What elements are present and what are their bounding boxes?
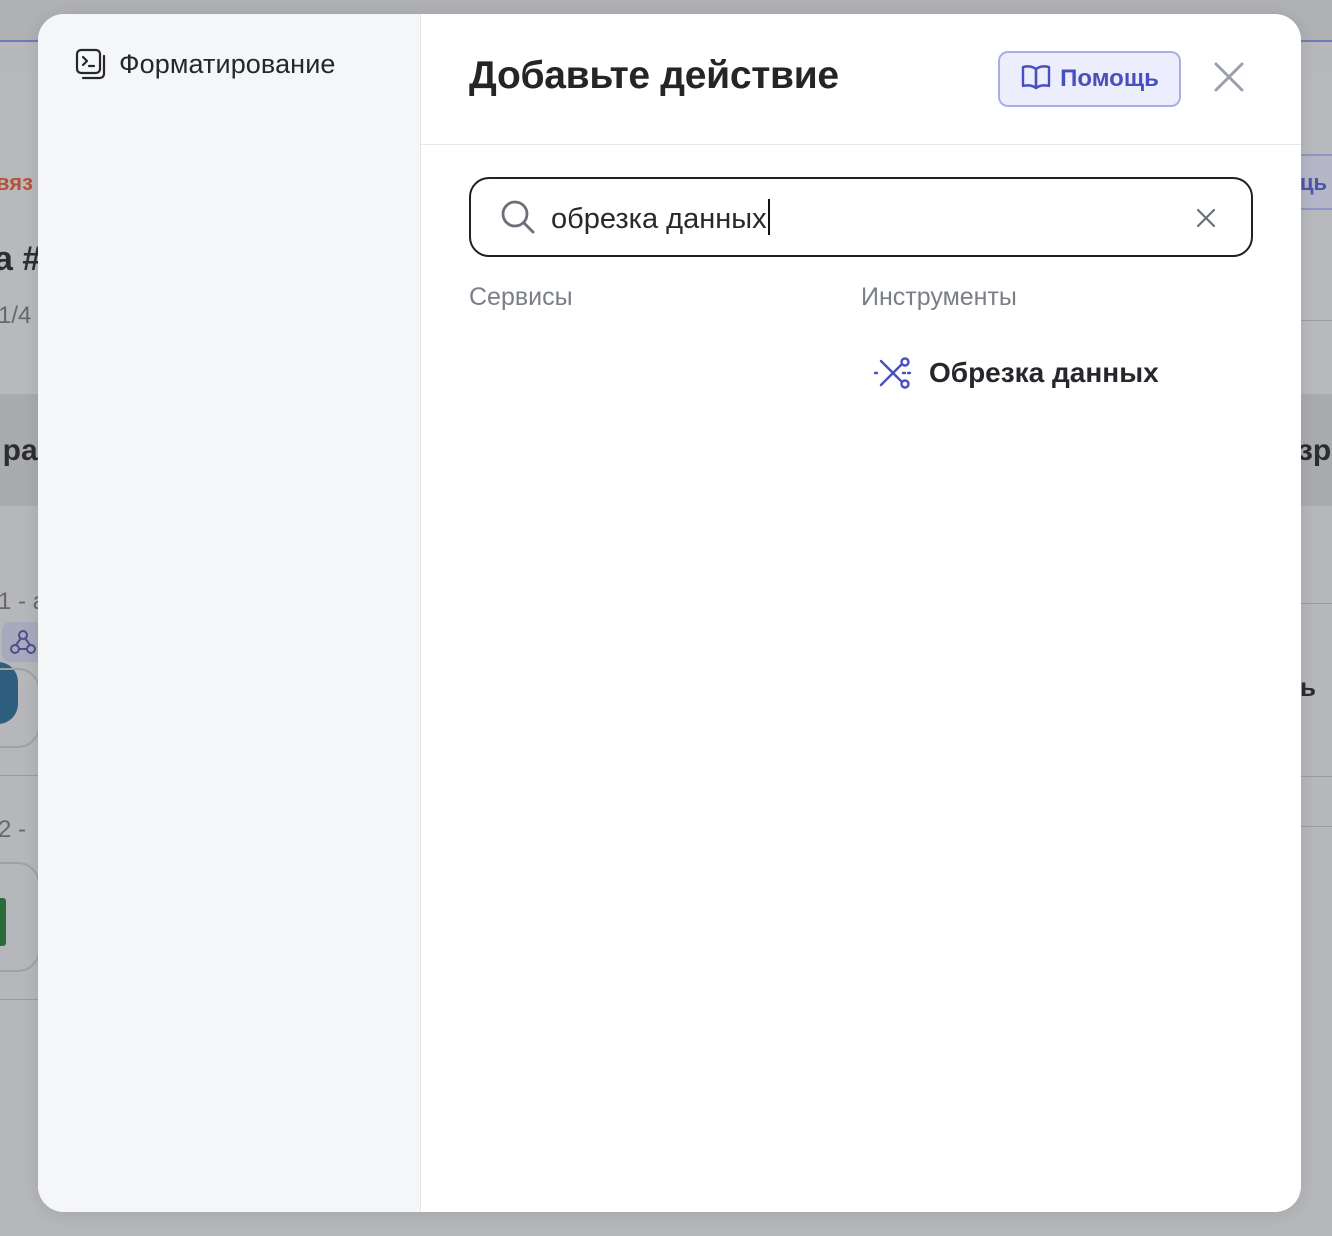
page-title: Добавьте действие: [469, 54, 839, 97]
search-input-value: обрезка данных: [551, 202, 767, 235]
background-divider: [1300, 320, 1332, 321]
modal-main: Добавьте действие Помощь обрезка данных …: [421, 14, 1301, 1212]
text-caret: [767, 198, 770, 235]
clear-icon: [1196, 208, 1216, 228]
background-row-label: 2 -: [0, 816, 27, 843]
background-divider: [0, 999, 40, 1000]
category-sidebar: Форматирование: [38, 14, 421, 1212]
sidebar-item-label: Форматирование: [119, 48, 336, 79]
background-counter: 1/4: [0, 302, 32, 329]
tools-column-title: Инструменты: [861, 283, 1017, 311]
sidebar-item-formatting[interactable]: Форматирование: [74, 44, 420, 84]
spreadsheet-icon: [0, 898, 6, 946]
close-button[interactable]: [1210, 60, 1248, 98]
modal-header: Добавьте действие Помощь: [421, 14, 1301, 145]
scissors-cut-data-icon: [873, 353, 913, 393]
tool-item-label: Обрезка данных: [929, 357, 1159, 388]
search-input[interactable]: обрезка данных: [551, 198, 770, 236]
background-card: [0, 668, 40, 748]
tool-item-data-trim[interactable]: Обрезка данных: [873, 349, 1169, 397]
background-glyph: ь: [1300, 672, 1316, 702]
background-divider: [1300, 603, 1332, 604]
background-card: [0, 862, 40, 972]
services-column-title: Сервисы: [469, 283, 573, 311]
close-icon: [1213, 61, 1245, 98]
background-divider: [1300, 776, 1332, 777]
help-button-label: Помощь: [1060, 65, 1159, 92]
terminal-window-icon: [74, 47, 108, 81]
background-section-title-right: зре: [1298, 434, 1332, 467]
background-divider: [0, 775, 40, 776]
book-open-icon: [1020, 63, 1052, 96]
background-button-label: ць: [1300, 170, 1328, 195]
modal-body: обрезка данных Сервисы Инструменты Обрез…: [421, 145, 1301, 1212]
help-button[interactable]: Помощь: [998, 51, 1181, 107]
search-icon: [499, 198, 537, 236]
search-field[interactable]: обрезка данных: [469, 177, 1253, 257]
clear-search-button[interactable]: [1193, 205, 1219, 231]
background-heading: а #: [0, 240, 42, 278]
background-section-title: і ра: [0, 434, 38, 467]
add-action-modal: Форматирование Добавьте действие Помощь: [38, 14, 1301, 1212]
background-link: вяз: [0, 170, 34, 195]
background-divider: [1300, 826, 1332, 827]
